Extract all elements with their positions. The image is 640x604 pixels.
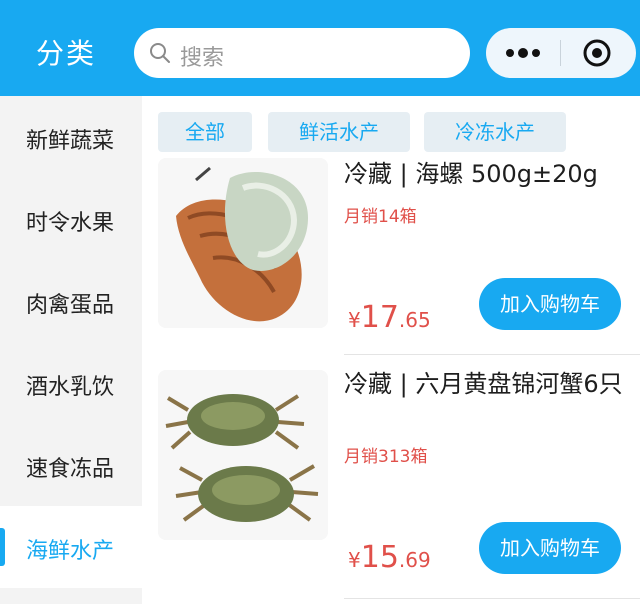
tab-live-seafood[interactable]: 鲜活水产 xyxy=(268,112,410,152)
add-to-cart-button[interactable]: 加入购物车 xyxy=(479,278,621,330)
search-placeholder: 搜索 xyxy=(180,46,225,71)
close-miniprogram-icon[interactable] xyxy=(562,28,636,78)
page-title: 分类 xyxy=(36,37,97,70)
row-divider xyxy=(344,598,640,599)
search-icon xyxy=(150,43,170,63)
product-image[interactable] xyxy=(158,370,328,540)
tab-all[interactable]: 全部 xyxy=(158,112,252,152)
search-bar[interactable]: 搜索 xyxy=(134,28,470,78)
top-header: 分类 搜索 xyxy=(0,0,640,96)
category-sidebar: 新鲜蔬菜 时令水果 肉禽蛋品 酒水乳饮 速食冻品 海鲜水产 xyxy=(0,96,142,604)
product-name: 冷藏 | 海螺 500g±20g xyxy=(344,160,598,188)
capsule-divider xyxy=(560,40,561,66)
miniprogram-capsule xyxy=(486,28,636,78)
sidebar-item-meat-eggs[interactable]: 肉禽蛋品 xyxy=(0,260,142,342)
price-currency: ¥ xyxy=(348,308,361,332)
active-indicator xyxy=(0,528,5,566)
crab-image xyxy=(158,370,328,540)
sidebar-item-frozen[interactable]: 速食冻品 xyxy=(0,424,142,506)
price-decimal: .69 xyxy=(398,548,431,572)
sidebar-item-label: 时令水果 xyxy=(26,211,115,236)
sidebar-item-label: 海鲜水产 xyxy=(26,539,115,564)
sidebar-item-vegetables[interactable]: 新鲜蔬菜 xyxy=(0,96,142,178)
product-price: ¥17.65 xyxy=(348,300,431,335)
add-to-cart-button[interactable]: 加入购物车 xyxy=(479,522,621,574)
conch-image xyxy=(158,158,328,328)
price-decimal: .65 xyxy=(398,308,431,332)
sidebar-item-label: 新鲜蔬菜 xyxy=(26,129,115,154)
sidebar-item-label: 酒水乳饮 xyxy=(26,375,115,400)
price-currency: ¥ xyxy=(348,548,361,572)
more-icon[interactable] xyxy=(486,28,560,78)
product-price: ¥15.69 xyxy=(348,540,431,575)
sidebar-item-label: 肉禽蛋品 xyxy=(26,293,115,318)
row-divider xyxy=(344,354,640,355)
tab-frozen-seafood[interactable]: 冷冻水产 xyxy=(424,112,566,152)
product-image[interactable] xyxy=(158,158,328,328)
product-sales: 月销14箱 xyxy=(344,207,417,227)
product-name: 冷藏 | 六月黄盘锦河蟹6只 xyxy=(344,370,623,398)
price-integer: 17 xyxy=(360,300,399,335)
product-sales: 月销313箱 xyxy=(344,447,428,467)
sidebar-item-fruits[interactable]: 时令水果 xyxy=(0,178,142,260)
sidebar-item-drinks-dairy[interactable]: 酒水乳饮 xyxy=(0,342,142,424)
price-integer: 15 xyxy=(360,540,399,575)
sidebar-item-seafood[interactable]: 海鲜水产 xyxy=(0,506,142,588)
product-card[interactable]: 冷藏 | 六月黄盘锦河蟹6只 月销313箱 ¥15.69 加入购物车 xyxy=(142,368,640,600)
product-card[interactable]: 冷藏 | 海螺 500g±20g 月销14箱 ¥17.65 加入购物车 xyxy=(142,156,640,354)
sidebar-item-label: 速食冻品 xyxy=(26,457,115,482)
